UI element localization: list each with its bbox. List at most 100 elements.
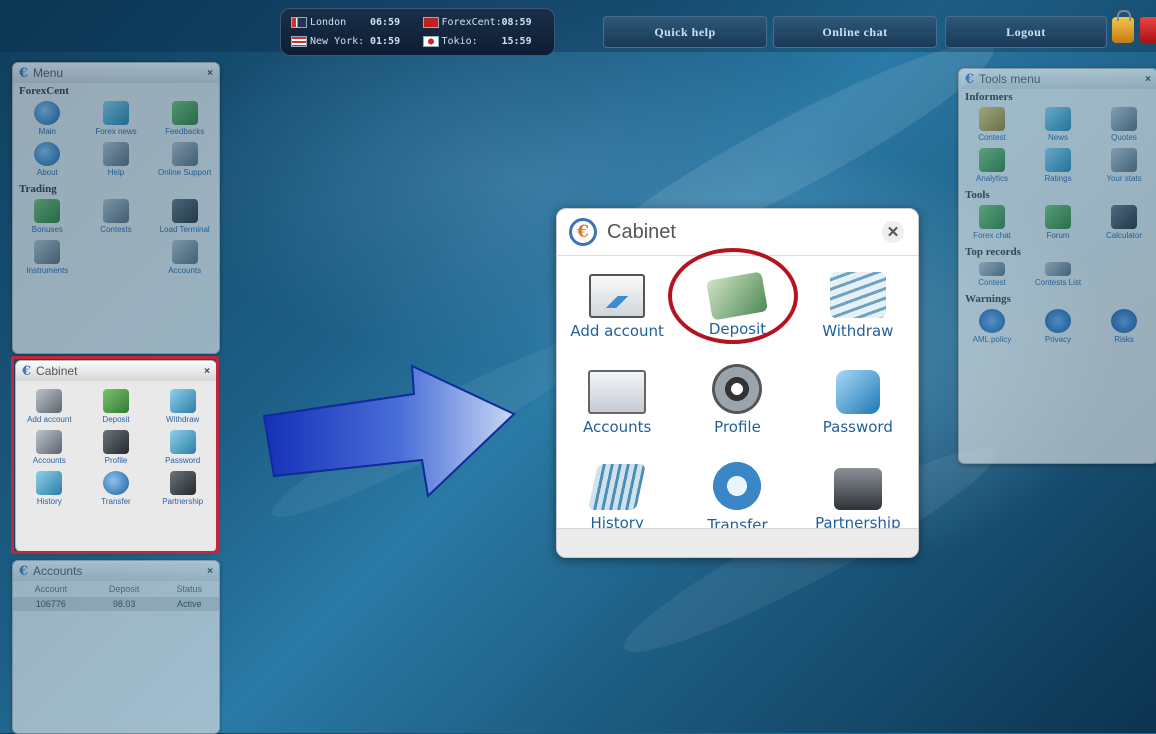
tool-item-analytics[interactable]: Analytics [959,146,1025,187]
analytics-icon [979,148,1005,172]
world-clocks: London 06:59 ForexCent: 08:59 New York: 01:… [280,8,555,56]
cabinet-profile-button[interactable]: Profile [677,358,797,454]
forum-icon [1045,205,1071,229]
password-icon [835,370,880,414]
forexcent-logo-icon: € [569,218,597,246]
menu-item-load-terminal[interactable]: Load Terminal [150,197,219,238]
tool-item-empty [1091,260,1156,291]
instruments-icon [34,240,61,264]
tool-item-contest-record[interactable]: Contest [959,260,1025,291]
accounts-header-deposit: Deposit [108,584,140,594]
account-deposit: 98.03 [88,597,160,611]
accounts-icon [588,370,647,414]
info-icon [1045,309,1071,333]
clock-tokio: Tokio: 15:59 [422,36,555,47]
tool-item-quotes[interactable]: Quotes [1091,105,1156,146]
clock-new-york: New York: 01:59 [291,36,423,47]
partnership-icon [833,468,882,510]
info-icon [1111,309,1137,333]
add-account-icon [589,274,646,318]
menu-item-bonuses[interactable]: Bonuses [13,197,82,238]
lock-icon[interactable] [1112,10,1134,43]
accounts-panel: € Accounts × Account Deposit Status 1067… [12,560,220,734]
tool-item-risks[interactable]: Risks [1091,307,1156,348]
news-icon [102,101,129,125]
menu-panel: € Menu × ForexCent Main Forex news Feedb… [12,62,220,354]
trophy-icon [979,107,1005,131]
account-status: Active [159,597,219,611]
main-icon [34,101,61,125]
forexcent-logo-icon: € [19,65,29,81]
menu-item-contests[interactable]: Contests [82,197,151,238]
tools-menu-panel: € Tools menu × Informers Contest News Qu… [958,68,1156,464]
accounts-panel-header: € Accounts × [13,561,219,581]
menu-section-forexcent: ForexCent [19,85,69,97]
menu-section-trading: Trading [19,183,57,195]
forexcent-flag-icon [422,17,439,28]
close-icon[interactable]: × [207,68,213,79]
menu-item-empty [82,238,151,279]
menu-item-about[interactable]: About [13,140,82,181]
close-icon[interactable]: × [1145,74,1151,85]
menu-item-online-support[interactable]: Online Support [150,140,219,181]
accounts-icon [171,240,198,264]
terminal-icon [171,199,198,223]
tool-item-forex-chat[interactable]: Forex chat [959,203,1025,244]
tool-item-contest[interactable]: Contest [959,105,1025,146]
contests-icon [102,199,129,223]
menu-item-accounts[interactable]: Accounts [150,238,219,279]
accounts-header-account: Account [34,584,68,594]
accounts-header-status: Status [176,584,203,594]
clock-london: London 06:59 [291,17,423,28]
cabinet-withdraw-button[interactable]: Withdraw [798,262,918,358]
tools-section-informers: Informers [965,91,1013,103]
close-icon[interactable]: × [207,566,213,577]
history-icon [588,464,647,510]
alert-icon[interactable] [1140,17,1156,43]
info-icon [979,309,1005,333]
deposit-highlight-circle [668,248,798,344]
tool-item-aml-policy[interactable]: AML policy [959,307,1025,348]
tool-item-ratings[interactable]: Ratings [1025,146,1091,187]
profile-icon [712,364,763,414]
cabinet-accounts-button[interactable]: Accounts [557,358,677,454]
transfer-icon [711,460,764,512]
us-flag-icon [291,36,307,47]
pointer-arrow-icon [262,364,516,499]
menu-item-main[interactable]: Main [13,99,82,140]
quick-help-button[interactable]: Quick help [603,16,767,48]
withdraw-icon [829,272,886,318]
bonuses-icon [34,199,61,223]
cabinet-highlight-frame [11,356,219,554]
menu-item-help[interactable]: Help [82,140,151,181]
tool-item-contests-list[interactable]: Contests List [1025,260,1091,291]
tool-item-calculator[interactable]: Calculator [1091,203,1156,244]
menu-item-instruments[interactable]: Instruments [13,238,82,279]
help-icon [102,142,129,166]
cabinet-password-button[interactable]: Password [798,358,918,454]
close-icon[interactable]: ✕ [882,221,904,243]
uk-flag-icon [291,17,307,28]
forexcent-logo-icon: € [965,71,975,87]
tool-item-forum[interactable]: Forum [1025,203,1091,244]
feedbacks-icon [171,101,198,125]
scales-icon [1111,107,1137,131]
logout-button[interactable]: Logout [945,16,1107,48]
tool-item-news[interactable]: News [1025,105,1091,146]
menu-panel-header: € Menu × [13,63,219,83]
globe-icon [34,142,61,166]
tools-section-warnings: Warnings [965,293,1011,305]
menu-item-forex-news[interactable]: Forex news [82,99,151,140]
online-chat-button[interactable]: Online chat [773,16,937,48]
tools-menu-title: Tools menu [979,72,1041,86]
accounts-panel-title: Accounts [33,564,83,578]
accounts-table: Account Deposit Status 106776 98.03 Acti… [13,581,219,611]
news-icon [1045,107,1071,131]
cabinet-add-account-button[interactable]: Add account [557,262,677,358]
menu-item-feedbacks[interactable]: Feedbacks [150,99,219,140]
table-row[interactable]: 106776 98.03 Active [13,597,219,611]
tool-item-your-stats[interactable]: Your stats [1091,146,1156,187]
japan-flag-icon [422,36,439,47]
tool-item-privacy[interactable]: Privacy [1025,307,1091,348]
clock-forexcent: ForexCent: 08:59 [422,17,555,28]
